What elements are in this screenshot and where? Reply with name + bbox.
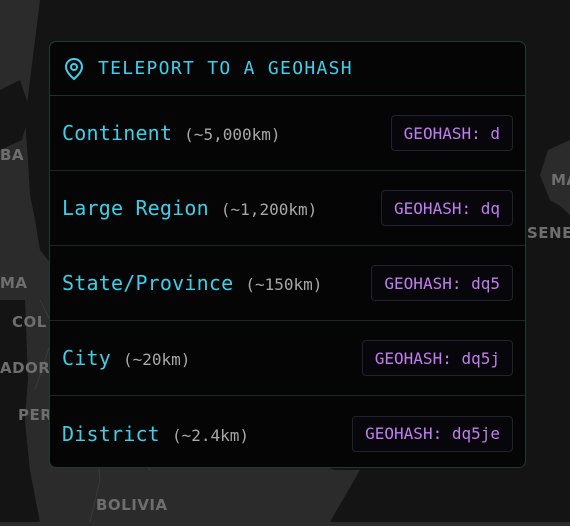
map-label: MA: [551, 171, 570, 189]
map-label: PER: [18, 406, 53, 424]
panel-header: TELEPORT TO A GEOHASH: [50, 42, 525, 96]
map-label: ADOR: [0, 359, 51, 377]
geohash-level-row: State/Province (~150km) GEOHASH: dq5: [50, 246, 525, 321]
level-size: (~150km): [245, 275, 323, 294]
teleport-panel: TELEPORT TO A GEOHASH Continent (~5,000k…: [49, 41, 526, 468]
map-label: COL: [12, 313, 47, 331]
level-size: (~20km): [122, 350, 191, 369]
geohash-level-row: Continent (~5,000km) GEOHASH: d: [50, 96, 525, 171]
geohash-button[interactable]: GEOHASH: d: [390, 115, 513, 151]
geohash-button[interactable]: GEOHASH: dq5: [371, 265, 513, 301]
map-label: BA: [0, 146, 25, 164]
map-label: MA: [0, 274, 28, 292]
level-name: District: [62, 421, 160, 446]
level-name: Continent: [62, 121, 173, 145]
geohash-level-row: Large Region (~1,200km) GEOHASH: dq: [50, 171, 525, 246]
map-label: BOLIVIA: [96, 496, 168, 514]
level-size: (~1,200km): [220, 200, 318, 219]
geohash-button[interactable]: GEOHASH: dq: [381, 190, 513, 226]
geohash-button[interactable]: GEOHASH: dq5je: [352, 415, 513, 452]
level-name: City: [62, 346, 111, 370]
geohash-level-row: City (~20km) GEOHASH: dq5j: [50, 321, 525, 396]
level-name: Large Region: [62, 196, 209, 220]
level-size: (~5,000km): [184, 125, 281, 144]
map-label: SENEG: [527, 224, 570, 242]
level-name: State/Province: [62, 271, 234, 295]
level-size: (~2.4km): [171, 425, 249, 445]
panel-title: TELEPORT TO A GEOHASH: [98, 58, 353, 79]
map-pin-icon: [63, 57, 85, 81]
geohash-button[interactable]: GEOHASH: dq5j: [361, 340, 513, 376]
geohash-level-row: District (~2.4km) GEOHASH: dq5je: [50, 396, 525, 467]
